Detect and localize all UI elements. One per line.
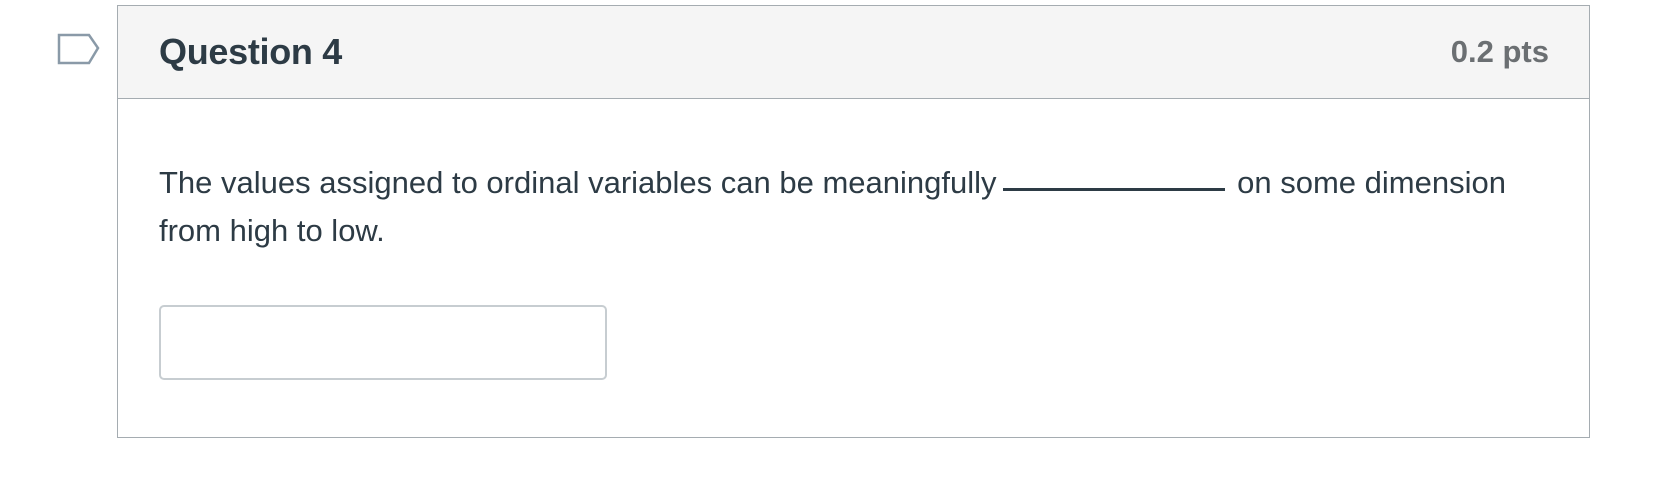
question-text-before-blank: The values assigned to ordinal variables… xyxy=(159,165,997,200)
question-body: The values assigned to ordinal variables… xyxy=(118,99,1589,380)
question-points: 0.2 pts xyxy=(1450,34,1549,69)
question-card: Question 4 0.2 pts The values assigned t… xyxy=(117,5,1590,438)
question-header: Question 4 0.2 pts xyxy=(118,6,1589,99)
question-title: Question 4 xyxy=(159,31,343,72)
fill-in-blank-line xyxy=(1002,188,1225,191)
flag-question-icon[interactable] xyxy=(57,33,101,67)
question-text: The values assigned to ordinal variables… xyxy=(159,159,1548,255)
answer-input[interactable] xyxy=(159,305,607,380)
